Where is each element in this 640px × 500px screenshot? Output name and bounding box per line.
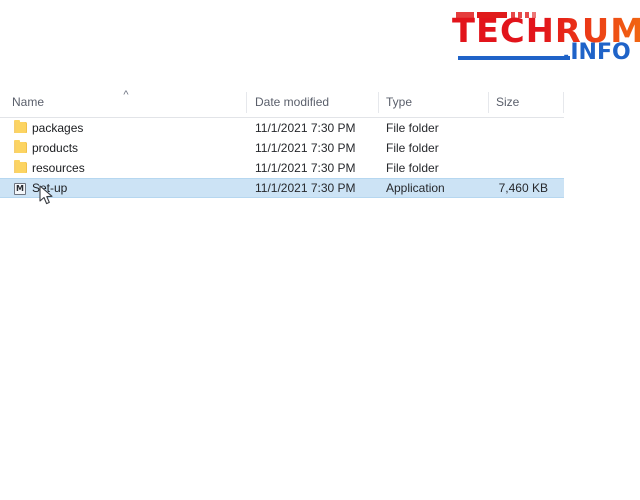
file-name: products (32, 141, 79, 155)
column-divider[interactable] (378, 92, 379, 113)
logo-underline (458, 56, 570, 60)
file-name: packages (32, 121, 84, 135)
file-list-view: ^ Name Date modified Type Size packages … (0, 88, 640, 218)
file-name: resources (32, 161, 85, 175)
table-row[interactable]: packages 11/1/2021 7:30 PM File folder (0, 118, 564, 138)
application-icon-glyph: M (14, 183, 26, 195)
file-date-modified: 11/1/2021 7:30 PM (255, 181, 356, 195)
column-divider[interactable] (488, 92, 489, 113)
file-name: Set-up (32, 181, 68, 195)
file-date-modified: 11/1/2021 7:30 PM (255, 121, 356, 135)
file-date-modified: 11/1/2021 7:30 PM (255, 161, 356, 175)
sort-ascending-icon[interactable]: ^ (120, 90, 132, 101)
folder-icon (13, 120, 29, 135)
table-row[interactable]: products 11/1/2021 7:30 PM File folder (0, 138, 564, 158)
column-divider[interactable] (563, 92, 564, 113)
techrum-watermark-logo: TECHRUM .INFO (452, 6, 640, 68)
file-type: Application (386, 181, 445, 195)
folder-icon (13, 160, 29, 175)
logo-domain-suffix: .INFO (562, 40, 631, 65)
column-header-row: ^ Name Date modified Type Size (0, 88, 564, 118)
column-header-size[interactable]: Size (496, 95, 519, 109)
table-row-selected[interactable]: M Set-up 11/1/2021 7:30 PM Application 7… (0, 178, 564, 198)
file-rows: packages 11/1/2021 7:30 PM File folder p… (0, 118, 564, 198)
file-size: 7,460 KB (498, 181, 548, 195)
file-type: File folder (386, 121, 439, 135)
file-type: File folder (386, 161, 439, 175)
file-date-modified: 11/1/2021 7:30 PM (255, 141, 356, 155)
application-icon: M (13, 182, 29, 196)
column-header-name[interactable]: Name (12, 95, 44, 109)
table-row[interactable]: resources 11/1/2021 7:30 PM File folder (0, 158, 564, 178)
column-header-type[interactable]: Type (386, 95, 412, 109)
column-header-date-modified[interactable]: Date modified (255, 95, 329, 109)
column-divider[interactable] (246, 92, 247, 113)
file-type: File folder (386, 141, 439, 155)
folder-icon (13, 140, 29, 155)
